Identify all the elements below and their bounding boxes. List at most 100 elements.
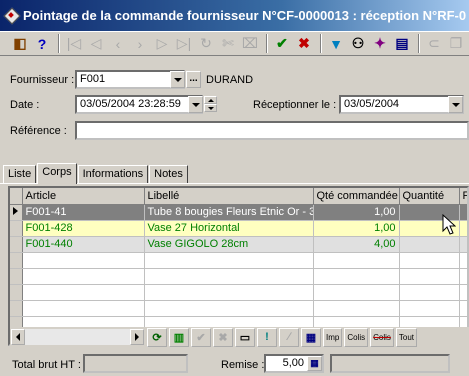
row-selector[interactable]: [10, 252, 23, 269]
recalc-icon[interactable]: ⟳: [147, 327, 167, 347]
horizontal-scrollbar[interactable]: [10, 328, 145, 346]
empty-cell[interactable]: [313, 252, 400, 269]
fournisseur-code-field[interactable]: F001: [75, 70, 185, 89]
calculator-icon[interactable]: ▦: [301, 327, 321, 347]
column-header-article[interactable]: Article: [22, 188, 145, 205]
fournisseur-lookup-button[interactable]: ...: [186, 71, 201, 88]
date-field[interactable]: 03/05/2004 23:28:59: [75, 95, 203, 114]
empty-cell[interactable]: [313, 268, 400, 285]
row-selector[interactable]: [10, 284, 23, 301]
uncheck-icon[interactable]: ✖: [213, 327, 233, 347]
cancel-icon[interactable]: ✖: [294, 34, 314, 54]
prev-record-icon[interactable]: ‹: [108, 34, 128, 54]
empty-cell[interactable]: [459, 268, 467, 285]
empty-cell[interactable]: [313, 300, 400, 317]
empty-cell[interactable]: [22, 268, 145, 285]
first-record-icon[interactable]: |◁: [64, 34, 84, 54]
cell-f[interactable]: [459, 204, 467, 221]
row-selector[interactable]: [10, 236, 23, 253]
date-spin-up[interactable]: [204, 96, 217, 104]
tab-liste[interactable]: Liste: [3, 165, 37, 183]
filter-icon[interactable]: ▼: [326, 34, 346, 54]
row-selector[interactable]: [10, 204, 23, 221]
reference-field[interactable]: [75, 121, 469, 140]
search-binoculars-icon[interactable]: ⚇: [348, 34, 368, 54]
tab-corps[interactable]: Corps: [37, 163, 77, 184]
cell-libelle[interactable]: Vase 27 Horizontal: [144, 220, 314, 237]
tab-informations[interactable]: Informations: [77, 165, 149, 183]
colis-button[interactable]: Colis: [344, 327, 369, 347]
help-icon[interactable]: ?: [32, 34, 52, 54]
delete-icon[interactable]: ⌧: [240, 34, 260, 54]
empty-cell[interactable]: [459, 284, 467, 301]
empty-cell[interactable]: [399, 252, 460, 269]
cell-article[interactable]: F001-428: [22, 220, 145, 237]
select-all-button[interactable]: Tout: [395, 327, 418, 347]
cell-quantite[interactable]: [399, 236, 460, 253]
row-selector[interactable]: [10, 220, 23, 237]
empty-cell[interactable]: [459, 300, 467, 317]
remise-calculator-icon[interactable]: ▦: [307, 356, 322, 371]
colis-remove-button[interactable]: Colis: [370, 327, 394, 347]
empty-cell[interactable]: [144, 252, 314, 269]
cell-qte-commandee[interactable]: 4,00: [313, 236, 400, 253]
lines-grid[interactable]: Article Libellé Qté commandée Quantité F…: [8, 186, 469, 346]
next-page-icon[interactable]: ▷: [152, 34, 172, 54]
column-header-quantite[interactable]: Quantité: [399, 188, 460, 205]
tab-notes[interactable]: Notes: [149, 165, 188, 183]
cell-f[interactable]: [459, 220, 467, 237]
empty-cell[interactable]: [22, 284, 145, 301]
validate-icon[interactable]: ✔: [272, 34, 292, 54]
receptionner-dropdown-button[interactable]: [448, 96, 463, 113]
empty-table-row[interactable]: [10, 300, 467, 317]
date-dropdown-button[interactable]: [188, 96, 203, 113]
exit-icon[interactable]: ◧: [10, 34, 30, 54]
scroll-right-arrow-icon[interactable]: [130, 329, 144, 345]
empty-cell[interactable]: [459, 252, 467, 269]
cell-qte-commandee[interactable]: 1,00: [313, 220, 400, 237]
attach-icon[interactable]: ⊂: [424, 34, 444, 54]
row-selector[interactable]: [10, 268, 23, 285]
row-selector[interactable]: [10, 300, 23, 317]
column-header-f[interactable]: F: [459, 188, 467, 205]
empty-cell[interactable]: [144, 284, 314, 301]
column-header-qte-commandee[interactable]: Qté commandée: [313, 188, 400, 205]
empty-table-row[interactable]: [10, 252, 467, 269]
prev-page-icon[interactable]: ◁: [86, 34, 106, 54]
scroll-track[interactable]: [25, 329, 130, 345]
date-spin-down[interactable]: [204, 104, 217, 112]
cell-article[interactable]: F001-41: [22, 204, 145, 221]
empty-cell[interactable]: [144, 300, 314, 317]
empty-cell[interactable]: [22, 252, 145, 269]
print-button[interactable]: Imp: [323, 327, 343, 347]
cell-libelle[interactable]: Tube 8 bougies Fleurs Etnic Or - 3H: [144, 204, 314, 221]
empty-cell[interactable]: [144, 268, 314, 285]
empty-cell[interactable]: [313, 284, 400, 301]
cell-libelle[interactable]: Vase GIGOLO 28cm: [144, 236, 314, 253]
info-icon[interactable]: !: [257, 327, 277, 347]
cell-article[interactable]: F001-440: [22, 236, 145, 253]
copy-icon[interactable]: ❐: [446, 34, 466, 54]
empty-table-row[interactable]: [10, 284, 467, 301]
edit-icon[interactable]: ∕: [279, 327, 299, 347]
cut-icon[interactable]: ✄: [218, 34, 238, 54]
form-view-icon[interactable]: ▤: [392, 34, 412, 54]
empty-table-row[interactable]: [10, 268, 467, 285]
app-icon[interactable]: [4, 8, 20, 24]
next-record-icon[interactable]: ›: [130, 34, 150, 54]
refresh-icon[interactable]: ↻: [196, 34, 216, 54]
empty-cell[interactable]: [399, 300, 460, 317]
cell-f[interactable]: [459, 236, 467, 253]
table-row[interactable]: F001-428 Vase 27 Horizontal 1,00: [10, 220, 467, 237]
receptionner-field[interactable]: 03/05/2004: [339, 95, 464, 114]
battery-icon[interactable]: ▭: [235, 327, 255, 347]
empty-cell[interactable]: [22, 300, 145, 317]
check-icon[interactable]: ✔: [191, 327, 211, 347]
column-header-libelle[interactable]: Libellé: [144, 188, 314, 205]
empty-cell[interactable]: [399, 284, 460, 301]
table-row[interactable]: F001-41 Tube 8 bougies Fleurs Etnic Or - …: [10, 204, 467, 221]
scroll-left-arrow-icon[interactable]: [11, 329, 25, 345]
fournisseur-dropdown-button[interactable]: [170, 71, 185, 88]
empty-cell[interactable]: [399, 268, 460, 285]
trash-icon[interactable]: ▥: [169, 327, 189, 347]
